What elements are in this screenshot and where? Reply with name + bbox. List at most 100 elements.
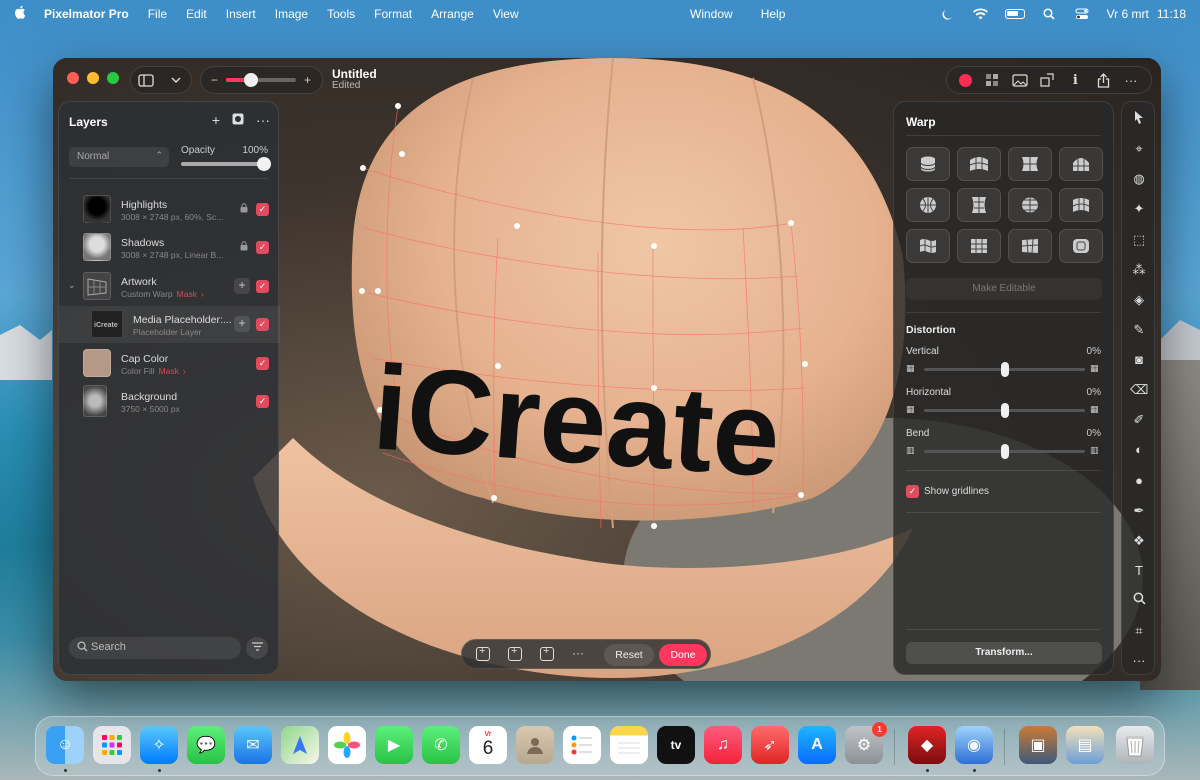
close-button[interactable] (67, 72, 79, 84)
disclosure-chevron-icon[interactable]: ⌄ (68, 280, 76, 291)
color-adjust-icon[interactable]: ◍ (1130, 170, 1148, 188)
warp-preset-pinch[interactable] (957, 188, 1001, 222)
bend-value[interactable]: 0% (1087, 428, 1101, 439)
horizontal-slider[interactable] (924, 403, 1085, 418)
bend-slider-knob[interactable] (1000, 444, 1009, 459)
record-icon[interactable] (958, 73, 972, 87)
chevron-down-icon[interactable] (168, 72, 184, 88)
apple-menu-icon[interactable] (14, 5, 26, 22)
magic-select-icon[interactable]: ⁂ (1130, 261, 1148, 279)
menubar-date[interactable]: Vr 6 mrt (1107, 7, 1149, 21)
warp-preset-twist[interactable] (1008, 229, 1052, 263)
menu-edit[interactable]: Edit (186, 7, 207, 21)
more-icon[interactable]: ··· (1123, 72, 1139, 88)
photos-icon[interactable] (328, 726, 366, 764)
layer-visibility-checkbox[interactable]: ✓ (256, 318, 269, 331)
layer-visibility-checkbox[interactable]: ✓ (256, 203, 269, 216)
crop-tool-icon[interactable]: ⌗ (1130, 622, 1148, 640)
effects-sparkle-icon[interactable]: ✦ (1130, 200, 1148, 218)
vertical-slider[interactable] (924, 362, 1085, 377)
add-column-icon[interactable] (508, 645, 522, 661)
add-sublayer-button[interactable]: + (234, 316, 250, 332)
layer-row-media-placeholder[interactable]: iCreate Media Placeholder:... Placeholde… (59, 306, 280, 343)
layers-more-icon[interactable]: ··· (256, 112, 270, 128)
warp-preset-grid[interactable] (957, 229, 1001, 263)
make-editable-button[interactable]: Make Editable (906, 278, 1102, 300)
show-gridlines-checkbox[interactable]: ✓ (906, 485, 919, 498)
zoom-slider-knob[interactable] (243, 73, 258, 87)
clone-tool-icon[interactable]: ◐ (1130, 441, 1148, 459)
downloads-icon[interactable]: ▤ (1066, 726, 1104, 764)
layer-mask-link[interactable]: Mask (177, 289, 197, 299)
layer-visibility-checkbox[interactable]: ✓ (256, 395, 269, 408)
menu-file[interactable]: File (148, 7, 167, 21)
warp-preset-sphere[interactable] (906, 188, 950, 222)
search-icon[interactable] (1043, 7, 1057, 20)
warp-preset-bulge[interactable] (1008, 147, 1052, 181)
show-gridlines-label[interactable]: Show gridlines (924, 486, 989, 497)
reset-button[interactable]: Reset (604, 644, 654, 666)
menubar-time[interactable]: 11:18 (1157, 7, 1186, 21)
menu-tools[interactable]: Tools (327, 7, 355, 21)
layer-visibility-checkbox[interactable]: ✓ (256, 280, 269, 293)
control-center-icon[interactable] (1075, 8, 1089, 20)
pixelmator-pro-icon[interactable]: ◆ (908, 726, 946, 764)
contacts-icon[interactable] (516, 726, 554, 764)
trash-icon[interactable] (1116, 726, 1154, 764)
system-settings-icon[interactable]: ⚙ 1 (845, 722, 887, 764)
tv-icon[interactable]: tv (657, 726, 695, 764)
type-tool-icon[interactable]: T (1130, 562, 1148, 580)
layers-search-input[interactable]: Search (69, 637, 241, 659)
warp-preset-arch[interactable] (957, 147, 1001, 181)
add-sublayer-button[interactable]: + (234, 278, 250, 294)
warp-preset-dome[interactable] (1059, 147, 1103, 181)
selection-tool-icon[interactable]: ⬚ (1130, 231, 1148, 249)
layer-visibility-checkbox[interactable]: ✓ (256, 241, 269, 254)
battery-icon[interactable] (1004, 8, 1025, 19)
menu-insert[interactable]: Insert (226, 7, 256, 21)
layer-row-cap-color[interactable]: Cap Color Color Fill Mask › ✓ (59, 345, 280, 382)
warp-preset-cylinder[interactable] (906, 147, 950, 181)
menu-arrange[interactable]: Arrange (431, 7, 474, 21)
maps-icon[interactable] (281, 726, 319, 764)
layer-row-background[interactable]: Background 3750 × 5000 px ✓ (59, 383, 280, 420)
safari-icon[interactable]: ✧ (140, 726, 178, 764)
zoom-out-icon[interactable]: − (211, 73, 218, 87)
opacity-slider[interactable] (181, 157, 271, 171)
opacity-slider-knob[interactable] (257, 157, 271, 171)
add-row-icon[interactable] (476, 645, 490, 661)
blend-mode-select[interactable]: Normal ⌃ (69, 147, 169, 167)
mask-icon[interactable] (232, 112, 244, 128)
horizontal-slider-knob[interactable] (1000, 403, 1009, 418)
retouch-tool-icon[interactable]: ✐ (1130, 411, 1148, 429)
layer-row-highlights[interactable]: Highlights 3008 × 2748 px, 60%, Sc... ✓ (59, 191, 280, 228)
done-button[interactable]: Done (659, 644, 707, 666)
menu-view[interactable]: View (493, 7, 519, 21)
menu-image[interactable]: Image (275, 7, 308, 21)
fill-tool-icon[interactable]: ◙ (1130, 351, 1148, 369)
menu-window[interactable]: Window (690, 7, 733, 21)
brush-tool-icon[interactable]: ✎ (1130, 321, 1148, 339)
layer-row-shadows[interactable]: Shadows 3008 × 2748 px, Linear B... ✓ (59, 229, 280, 266)
arrow-tool-icon[interactable] (1130, 110, 1148, 128)
action-more-icon[interactable]: ··· (572, 646, 584, 660)
image-icon[interactable] (1012, 72, 1028, 88)
facetime-icon[interactable]: ▶ (375, 726, 413, 764)
vertical-value[interactable]: 0% (1087, 346, 1101, 357)
sidebar-icon[interactable] (138, 72, 154, 88)
music-icon[interactable]: ♫ (704, 726, 742, 764)
warp-preset-inflate[interactable] (1059, 229, 1103, 263)
info-icon[interactable]: i (1067, 72, 1083, 88)
add-layer-icon[interactable]: + (212, 112, 220, 128)
add-point-icon[interactable] (540, 645, 554, 661)
zoom-slider[interactable] (226, 73, 297, 87)
tools-more-icon[interactable]: ··· (1130, 652, 1148, 670)
launchpad-icon[interactable] (93, 726, 131, 764)
menu-help[interactable]: Help (761, 7, 786, 21)
opacity-value[interactable]: 100% (242, 145, 268, 156)
layer-mask-link[interactable]: Mask (159, 366, 179, 376)
app-store-icon[interactable]: A (798, 726, 836, 764)
moon-icon[interactable] (941, 8, 955, 20)
minimize-button[interactable] (87, 72, 99, 84)
color-select-icon[interactable]: ◈ (1130, 291, 1148, 309)
